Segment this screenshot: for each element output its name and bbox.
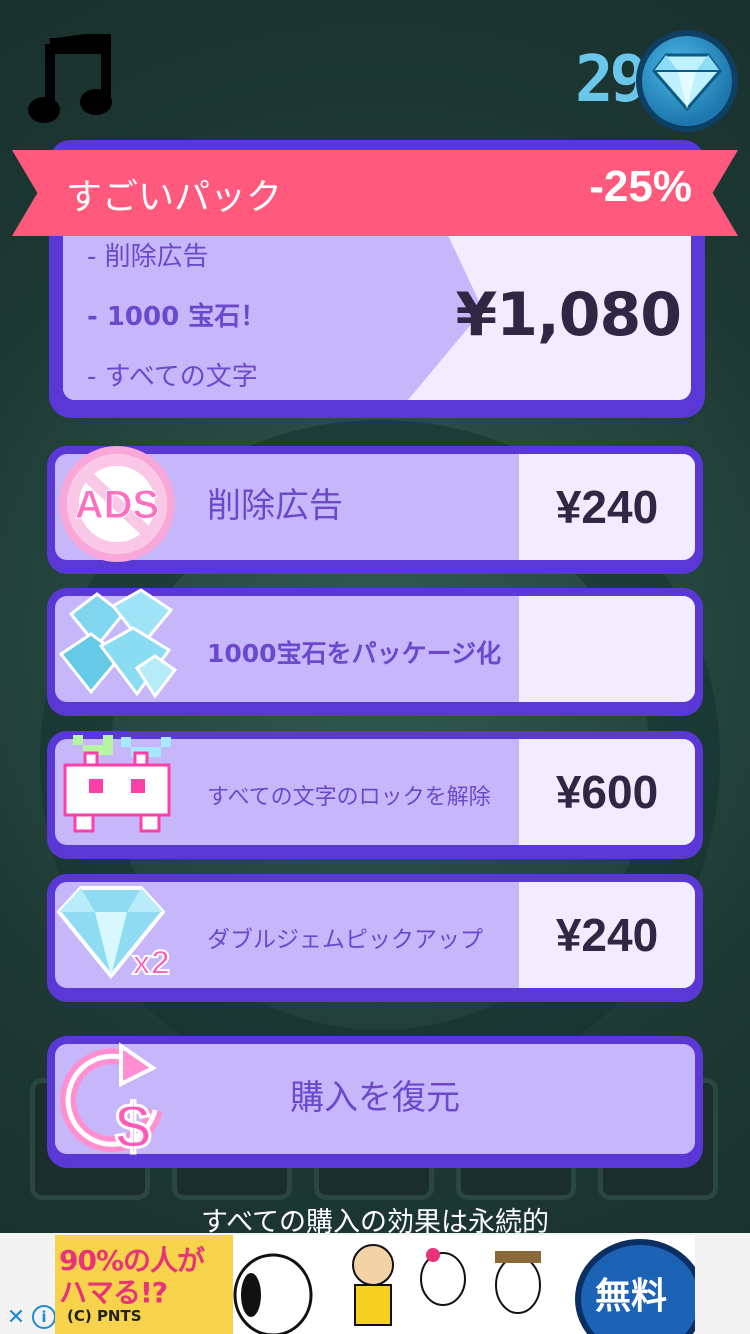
info-icon[interactable]: i: [32, 1305, 56, 1329]
ad-creative[interactable]: 90%の人が ハマる!? (C) PNTS 無料: [55, 1235, 695, 1334]
super-pack-discount: -25%: [589, 162, 692, 211]
gem-badge[interactable]: [636, 30, 738, 132]
ad-free-badge: 無料: [575, 1239, 695, 1334]
price-box: ¥240: [519, 454, 695, 560]
shop-item-gem-pack[interactable]: 1000宝石をパッケージ化: [47, 588, 703, 716]
ad-copyright: (C) PNTS: [67, 1307, 142, 1325]
price-box: [519, 596, 695, 702]
super-pack-price: ¥1,080: [455, 280, 682, 350]
svg-text:$: $: [115, 1090, 151, 1160]
no-ads-icon: ADS: [59, 446, 175, 562]
svg-text:ADS: ADS: [75, 483, 159, 527]
price-box: ¥600: [519, 739, 695, 845]
ad-subheadline: ハマる!?: [59, 1276, 168, 1309]
ad-banner[interactable]: ✕ i 90%の人が ハマる!? (C) PNTS 無料: [0, 1233, 750, 1334]
pack-item-characters: - すべての文字: [87, 362, 258, 392]
item-label: 削除広告: [207, 486, 343, 526]
shop-item-remove-ads[interactable]: ¥240 削除広告 ADS: [47, 446, 703, 574]
price-label: ¥240: [555, 481, 659, 533]
price-label: ¥240: [555, 909, 659, 961]
diamond-icon: [652, 53, 722, 111]
item-label: すべての文字のロックを解除: [207, 785, 491, 810]
price-label: [519, 596, 695, 702]
gem-counter: 29: [558, 30, 738, 136]
restore-dollar-icon: $: [60, 1042, 163, 1160]
diamond-pile-icon: [58, 588, 178, 699]
pack-item-gems: - 1000 宝石！: [87, 302, 267, 332]
double-gem-icon: x2: [56, 886, 171, 983]
ad-text-panel: 90%の人が ハマる!? (C) PNTS: [55, 1235, 233, 1334]
shop-item-double-gems[interactable]: ¥240 ダブルジェムピックアップ x2: [47, 874, 703, 1002]
pixel-characters-icon: [63, 735, 171, 833]
music-note-icon[interactable]: [28, 34, 112, 126]
item-label: ダブルジェムピックアップ: [207, 927, 483, 953]
item-label: 1000宝石をパッケージ化: [207, 639, 502, 668]
pack-item-remove-ads: - 削除広告: [87, 242, 209, 272]
gem-count: 29: [574, 43, 648, 117]
super-pack-title: すごいパック: [66, 177, 283, 218]
close-icon[interactable]: ✕: [4, 1305, 28, 1331]
svg-text:x2: x2: [132, 944, 170, 982]
ad-characters-image: [233, 1244, 541, 1334]
price-box: ¥240: [519, 882, 695, 988]
price-label: ¥600: [555, 766, 659, 818]
shop-item-unlock-characters[interactable]: ¥600 すべての文字のロックを解除: [47, 731, 703, 859]
restore-purchases-button[interactable]: 購入を復元 $: [47, 1036, 703, 1168]
ad-free-label: 無料: [595, 1276, 668, 1317]
